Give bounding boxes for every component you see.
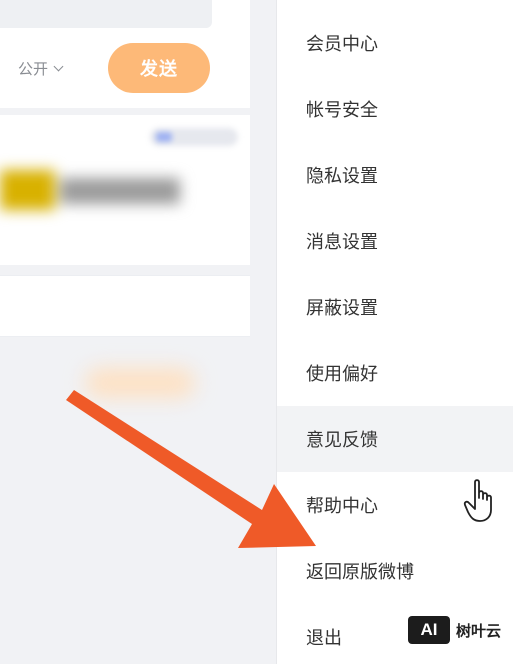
menu-item-message-settings[interactable]: 消息设置 <box>277 208 513 274</box>
menu-item-label: 帐号安全 <box>306 100 378 121</box>
post-composer: 公开 发送 <box>0 0 250 108</box>
menu-item-preferences[interactable]: 使用偏好 <box>277 340 513 406</box>
menu-item-return-classic[interactable]: 返回原版微博 <box>277 538 513 604</box>
menu-item-block-settings[interactable]: 屏蔽设置 <box>277 274 513 340</box>
watermark-brand: 树叶云 <box>456 621 502 640</box>
menu-item-privacy[interactable]: 隐私设置 <box>277 142 513 208</box>
menu-item-label: 屏蔽设置 <box>306 298 378 319</box>
hand-pointer-icon <box>463 479 492 522</box>
blurred-text <box>0 170 190 210</box>
blurred-badge <box>150 128 238 146</box>
send-button[interactable]: 发送 <box>108 43 210 93</box>
menu-item-label: 消息设置 <box>306 232 378 253</box>
menu-item-account-security[interactable]: 帐号安全 <box>277 76 513 142</box>
menu-item-label: 返回原版微博 <box>306 562 414 583</box>
menu-item-label: 退出 <box>306 628 342 649</box>
watermark-logo: AI <box>408 616 450 644</box>
watermark: AI 树叶云 <box>408 616 501 644</box>
menu-item-feedback[interactable]: 意见反馈 <box>277 406 513 472</box>
menu-item-label: 会员中心 <box>306 34 378 55</box>
menu-item-label: 隐私设置 <box>306 166 378 187</box>
visibility-selector[interactable]: 公开 <box>18 58 64 79</box>
background-content: 公开 发送 <box>0 0 262 664</box>
menu-item-vip-center[interactable]: 会员中心 <box>277 10 513 76</box>
visibility-label: 公开 <box>18 60 49 78</box>
blurred-input-strip <box>0 275 250 337</box>
chevron-down-icon <box>53 61 64 72</box>
composer-text-area[interactable] <box>0 0 212 28</box>
settings-dropdown-menu: 会员中心 帐号安全 隐私设置 消息设置 屏蔽设置 使用偏好 意见反馈 帮助中心 … <box>276 0 513 664</box>
menu-item-label: 帮助中心 <box>306 496 378 517</box>
menu-item-label: 使用偏好 <box>306 364 378 385</box>
menu-item-label: 意见反馈 <box>306 430 378 451</box>
blurred-button <box>85 368 195 398</box>
